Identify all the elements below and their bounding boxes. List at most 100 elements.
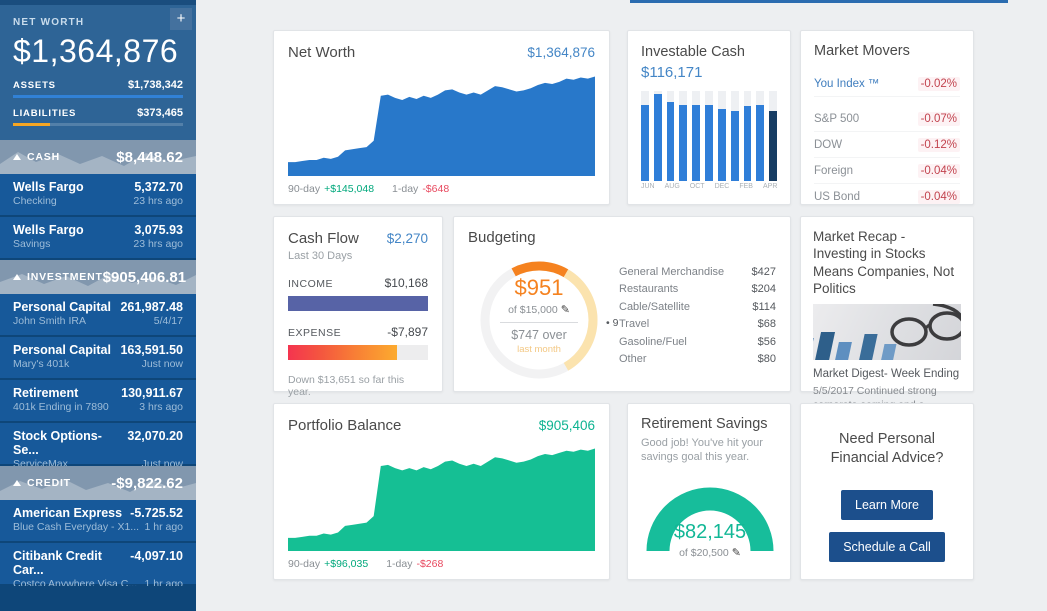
budget-side-marker: • 9 (606, 317, 618, 329)
index-value: -0.04% (918, 164, 960, 178)
retirement-gauge: $82,145 of $20,500✎ (640, 477, 780, 555)
index-value: -0.04% (918, 190, 960, 204)
account-row[interactable]: Wells Fargo3,075.93 Savings23 hrs ago (0, 217, 196, 260)
market-recap-card[interactable]: Market Recap - Investing in Stocks Means… (800, 216, 974, 392)
budgeting-card[interactable]: Budgeting $951 of $15,000✎ $747 over las… (453, 216, 791, 392)
category-value: $68 (758, 318, 776, 330)
investment-section-value: $905,406.81 (103, 269, 186, 286)
retirement-goal-amount: of $20,500 (679, 547, 729, 559)
market-mover-row[interactable]: You Index ™ -0.02% (814, 71, 960, 97)
income-label: INCOME (288, 278, 333, 290)
assets-stat: ASSETS $1,738,342 (13, 79, 183, 98)
period-change-positive: +$145,048 (324, 183, 374, 195)
investment-section-label: INVESTMENT (27, 271, 103, 283)
account-row[interactable]: Stock Options- Se...32,070.20 ServiceMax… (0, 423, 196, 466)
section-header-credit[interactable]: CREDIT -$9,822.62 (0, 466, 196, 500)
market-recap-caption: Market Digest- Week Ending (813, 368, 961, 380)
portfolio-title: Portfolio Balance (288, 417, 401, 434)
account-name: Personal Capital (13, 343, 111, 357)
market-recap-photo (813, 304, 961, 360)
budget-category-row: Restaurants$204 (619, 281, 776, 299)
account-amount: 261,987.48 (120, 300, 183, 314)
portfolio-area-chart (288, 442, 595, 551)
index-label: US Bond (814, 191, 860, 203)
account-amount: 5,372.70 (134, 180, 183, 194)
market-movers-card[interactable]: Market Movers You Index ™ -0.02% S&P 500… (800, 30, 974, 205)
credit-section-label: CREDIT (27, 477, 71, 489)
sidebar-footer-strip (0, 586, 196, 611)
liabilities-bar-track (13, 123, 183, 126)
category-label: Gasoline/Fuel (619, 336, 687, 348)
account-name: Wells Fargo (13, 223, 84, 237)
advice-title: Need Personal Financial Advice? (813, 430, 961, 468)
retirement-gauge-text: $82,145 of $20,500✎ (640, 521, 780, 559)
income-value: $10,168 (385, 276, 428, 290)
donut-divider (500, 322, 578, 323)
schedule-call-button[interactable]: Schedule a Call (829, 532, 945, 562)
edit-goal-pencil-icon[interactable]: ✎ (732, 547, 741, 559)
expense-value: -$7,897 (387, 325, 428, 339)
you-index-label: You Index ™ (814, 78, 879, 90)
account-amount: 32,070.20 (127, 429, 183, 443)
budget-category-row: Cable/Satellite$114 (619, 298, 776, 316)
liabilities-value: $373,465 (137, 107, 183, 119)
assets-bar-track (13, 95, 183, 98)
account-row[interactable]: Personal Capital261,987.48 John Smith IR… (0, 294, 196, 337)
category-value: $204 (752, 283, 776, 295)
section-header-investment[interactable]: INVESTMENT $905,406.81 (0, 260, 196, 294)
cash-flow-card[interactable]: Cash Flow $2,270 Last 30 Days INCOME $10… (273, 216, 443, 392)
account-row[interactable]: American Express-5.725.52 Blue Cash Ever… (0, 500, 196, 543)
section-header-cash[interactable]: CASH $8,448.62 (0, 140, 196, 174)
investable-cash-value: $116,171 (641, 64, 777, 81)
edit-budget-pencil-icon[interactable]: ✎ (561, 304, 570, 316)
budget-sub-label: last month (492, 344, 586, 355)
index-value: -0.12% (918, 138, 960, 152)
account-row[interactable]: Personal Capital163,591.50 Mary's 401kJu… (0, 337, 196, 380)
index-value: -0.07% (918, 112, 960, 126)
portfolio-chart-footer: 90-day+$96,0351-day-$268 (288, 558, 447, 570)
top-accent-line (630, 0, 1008, 3)
account-row[interactable]: Retirement130,911.67 401k Ending in 7890… (0, 380, 196, 423)
account-row[interactable]: Wells Fargo5,372.70 Checking23 hrs ago (0, 174, 196, 217)
net-worth-card-title: Net Worth (288, 44, 355, 61)
credit-section-value: -$9,822.62 (111, 475, 183, 492)
advice-card: Need Personal Financial Advice? Learn Mo… (800, 403, 974, 580)
investable-cash-bar-chart: JUNAUGOCTDECFEBAPR (641, 91, 777, 192)
portfolio-balance-card[interactable]: Portfolio Balance $905,406 90-day+$96,03… (273, 403, 610, 580)
account-updated: Just now (142, 358, 183, 370)
budget-total: of $15,000 (508, 304, 558, 316)
market-mover-row: US Bond -0.04% (814, 184, 960, 210)
budget-donut-center: $951 of $15,000✎ $747 over last month (492, 275, 586, 355)
net-worth-card[interactable]: Net Worth $1,364,876 90-day+$145,0481-da… (273, 30, 610, 205)
add-account-button[interactable]: + (170, 8, 192, 30)
retirement-subtitle: Good job! You've hit your savings goal t… (641, 436, 777, 465)
market-mover-row: Foreign -0.04% (814, 158, 960, 184)
market-mover-row: DOW -0.12% (814, 132, 960, 158)
cash-flow-footer: Down $13,651 so far this year. (288, 374, 428, 398)
budget-category-row: Other$80 (619, 351, 776, 369)
cash-section-value: $8,448.62 (116, 149, 183, 166)
account-name: Retirement (13, 386, 78, 400)
category-value: $427 (752, 266, 776, 278)
net-worth-value: $1,364,876 (13, 33, 183, 70)
dashboard-main: Net Worth $1,364,876 90-day+$145,0481-da… (196, 0, 1047, 611)
investable-cash-card[interactable]: Investable Cash $116,171 JUNAUGOCTDECFEB… (627, 30, 791, 205)
period-label: 90-day (288, 558, 320, 570)
budget-spent-value: $951 (492, 275, 586, 301)
learn-more-button[interactable]: Learn More (841, 490, 933, 520)
market-movers-list: You Index ™ -0.02% S&P 500 -0.07% DOW -0… (814, 71, 960, 210)
assets-value: $1,738,342 (128, 79, 183, 91)
account-row[interactable]: Citibank Credit Car...-4,097.10 Costco A… (0, 543, 196, 586)
net-worth-card-value: $1,364,876 (527, 45, 595, 60)
budget-category-row: Gasoline/Fuel$56 (619, 333, 776, 351)
you-index-value: -0.02% (918, 77, 960, 91)
collapse-caret-icon (13, 274, 21, 280)
budget-over-label: $747 over (492, 328, 586, 342)
cash-section-label: CASH (27, 151, 60, 163)
account-name: Citibank Credit Car... (13, 549, 130, 577)
category-label: General Merchandise (619, 266, 724, 278)
account-amount: -5.725.52 (130, 506, 183, 520)
category-label: Other (619, 353, 647, 365)
retirement-savings-card[interactable]: Retirement Savings Good job! You've hit … (627, 403, 791, 580)
account-name: Stock Options- Se... (13, 429, 127, 457)
